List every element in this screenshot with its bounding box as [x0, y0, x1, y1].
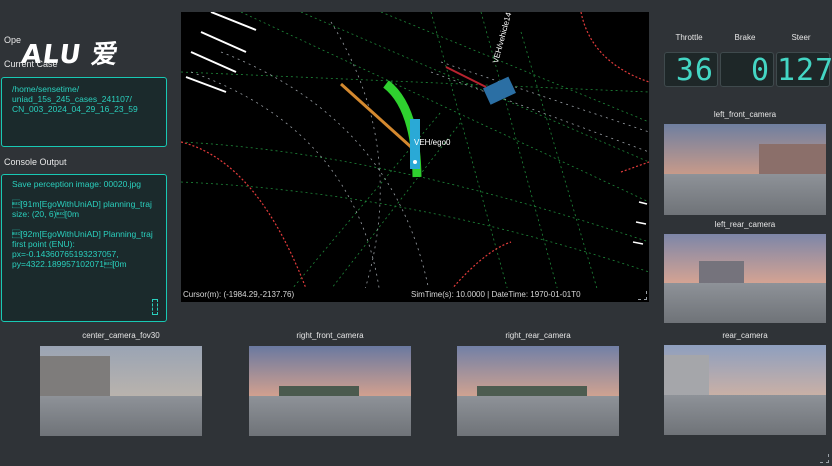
console-line: [91m[EgoWithUniAD] planning_traj size: … — [12, 199, 155, 219]
case-path-line: CN_003_2024_04_29_16_23_59 — [12, 104, 138, 114]
console-scrollbar[interactable] — [152, 299, 158, 315]
case-path-box[interactable]: /home/sensetime/ uniad_15s_245_cases_241… — [1, 77, 167, 147]
left-front-camera-feed[interactable] — [664, 124, 826, 215]
console-output-label: Console Output — [4, 157, 67, 167]
sim-time-readout: SimTime(s): 10.0000 | DateTime: 1970-01-… — [411, 290, 581, 299]
console-line: [92m[EgoWithUniAD] Planning_traj first … — [12, 229, 156, 269]
window-resize-grip-icon[interactable] — [820, 454, 829, 463]
right-front-camera-feed[interactable] — [249, 346, 411, 436]
center-camera-feed[interactable] — [40, 346, 202, 436]
center-camera-label: center_camera_fov30 — [82, 331, 160, 340]
simulation-viewport[interactable]: VEH/ego0 VEH/vehicle14 — [181, 12, 649, 302]
rear-camera-feed[interactable] — [664, 345, 826, 435]
case-path-line: uniad_15s_245_cases_241107/ — [12, 94, 132, 104]
throttle-label: Throttle — [675, 33, 703, 42]
cursor-readout: Cursor(m): (-1984.29,-2137.76) — [183, 290, 295, 299]
console-line: Save perception image: 00020.jpg — [12, 179, 142, 189]
right-rear-camera-label: right_rear_camera — [505, 331, 571, 340]
map-canvas — [181, 12, 649, 302]
right-rear-camera-feed[interactable] — [457, 346, 619, 436]
resize-grip-icon[interactable] — [638, 291, 647, 300]
left-rear-camera-feed[interactable] — [664, 234, 826, 323]
throttle-gauge: 36 — [664, 52, 718, 88]
left-rear-camera-label: left_rear_camera — [714, 220, 776, 229]
brake-gauge: 0 — [720, 52, 774, 88]
brake-label: Brake — [734, 33, 756, 42]
right-front-camera-label: right_front_camera — [296, 331, 364, 340]
steer-gauge: 127 — [776, 52, 832, 88]
rear-camera-label: rear_camera — [722, 331, 768, 340]
viewport-status-bar: Cursor(m): (-1984.29,-2137.76) SimTime(s… — [181, 288, 649, 302]
ego-label: VEH/ego0 — [414, 138, 451, 147]
steer-label: Steer — [791, 33, 811, 42]
current-case-label: Current Case — [4, 59, 58, 69]
left-front-camera-label: left_front_camera — [713, 110, 777, 119]
other-vehicle[interactable] — [482, 76, 516, 105]
open-label[interactable]: Ope — [4, 35, 21, 45]
case-path-line: /home/sensetime/ — [12, 84, 80, 94]
console-output-box[interactable]: Save perception image: 00020.jpg [91m[E… — [1, 174, 167, 322]
